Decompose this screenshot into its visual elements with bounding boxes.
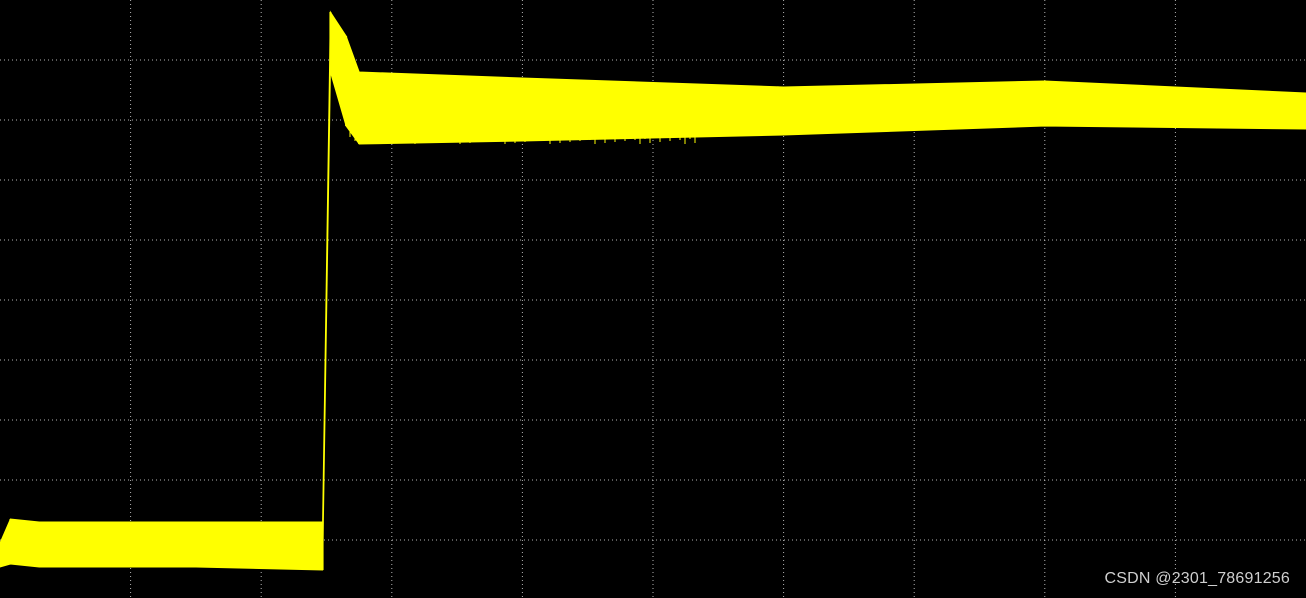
oscilloscope-plot bbox=[0, 0, 1306, 598]
watermark: CSDN @2301_78691256 bbox=[1104, 570, 1290, 587]
